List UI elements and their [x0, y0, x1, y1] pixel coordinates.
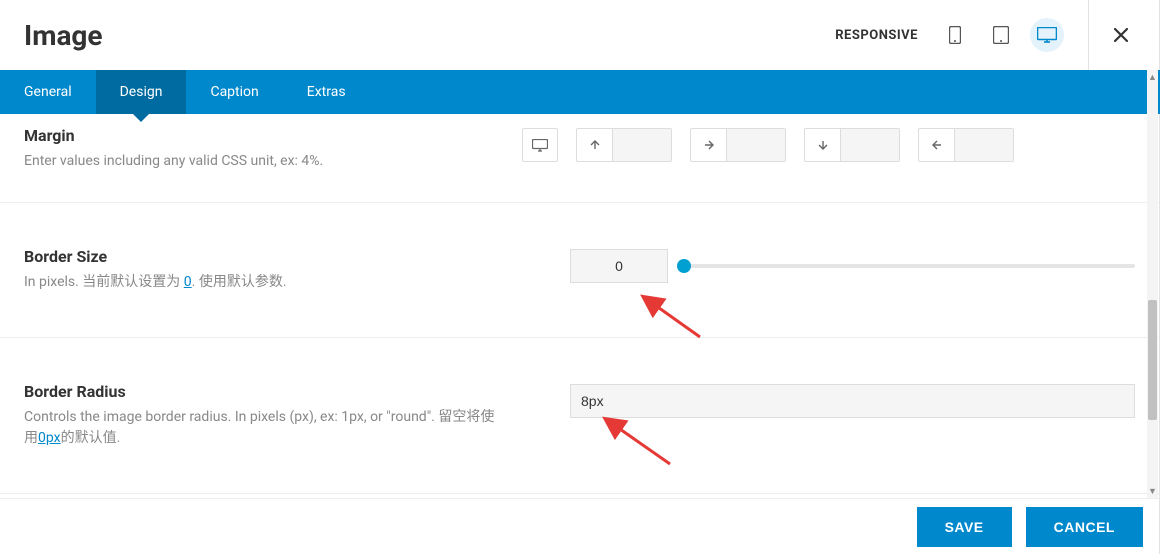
footer: SAVE CANCEL: [0, 498, 1160, 554]
device-mobile-button[interactable]: [938, 18, 972, 52]
scrollbar-up-icon[interactable]: ▲: [1147, 70, 1158, 84]
tabs: General Design Caption Extras: [0, 70, 1160, 114]
page-title: Image: [24, 19, 103, 52]
content-area: Margin Enter values including any valid …: [0, 114, 1160, 498]
section-border-size: Border Size In pixels. 当前默认设置为 0. 使用默认参数…: [0, 203, 1159, 338]
arrow-right-icon: [691, 129, 727, 161]
tab-general[interactable]: General: [0, 70, 96, 114]
tab-extras[interactable]: Extras: [283, 70, 370, 114]
border-radius-default-link[interactable]: 0px: [38, 430, 61, 446]
cancel-button[interactable]: CANCEL: [1026, 507, 1143, 547]
margin-all-sides-button[interactable]: [522, 128, 558, 162]
mobile-icon: [949, 26, 961, 44]
scrollbar-thumb[interactable]: [1148, 300, 1157, 420]
arrow-left-icon: [919, 129, 955, 161]
close-button[interactable]: [1107, 21, 1135, 49]
save-button[interactable]: SAVE: [917, 507, 1012, 547]
header-divider: [1088, 0, 1089, 70]
tablet-icon: [993, 26, 1009, 44]
margin-left-input[interactable]: [955, 129, 1013, 161]
border-size-slider-thumb[interactable]: [677, 259, 691, 273]
border-size-slider[interactable]: [684, 264, 1135, 268]
margin-top-field: [576, 128, 672, 162]
desktop-small-icon: [532, 139, 548, 152]
border-size-default-link[interactable]: 0: [184, 274, 192, 290]
margin-bottom-field: [804, 128, 900, 162]
margin-right-input[interactable]: [727, 129, 785, 161]
scrollbar-down-icon[interactable]: ▼: [1147, 484, 1158, 498]
margin-title: Margin: [24, 126, 502, 145]
responsive-label: RESPONSIVE: [835, 28, 918, 43]
border-size-title: Border Size: [24, 247, 502, 266]
border-radius-desc: Controls the image border radius. In pix…: [24, 407, 502, 449]
tab-design[interactable]: Design: [96, 70, 187, 114]
margin-right-field: [690, 128, 786, 162]
margin-left-field: [918, 128, 1014, 162]
margin-top-input[interactable]: [613, 129, 671, 161]
device-desktop-button[interactable]: [1030, 18, 1064, 52]
border-size-value-input[interactable]: [570, 249, 668, 283]
border-size-desc: In pixels. 当前默认设置为 0. 使用默认参数.: [24, 272, 502, 293]
border-radius-title: Border Radius: [24, 382, 502, 401]
device-tablet-button[interactable]: [984, 18, 1018, 52]
tab-caption[interactable]: Caption: [186, 70, 282, 114]
section-margin: Margin Enter values including any valid …: [0, 114, 1159, 203]
arrow-down-icon: [805, 129, 841, 161]
margin-desc: Enter values including any valid CSS uni…: [24, 151, 502, 172]
margin-bottom-input[interactable]: [841, 129, 899, 161]
section-border-radius: Border Radius Controls the image border …: [0, 338, 1159, 494]
scrollbar[interactable]: ▲ ▼: [1147, 70, 1158, 498]
close-icon: [1113, 27, 1129, 43]
border-radius-input[interactable]: [570, 384, 1135, 418]
arrow-up-icon: [577, 129, 613, 161]
desktop-icon: [1037, 27, 1057, 43]
